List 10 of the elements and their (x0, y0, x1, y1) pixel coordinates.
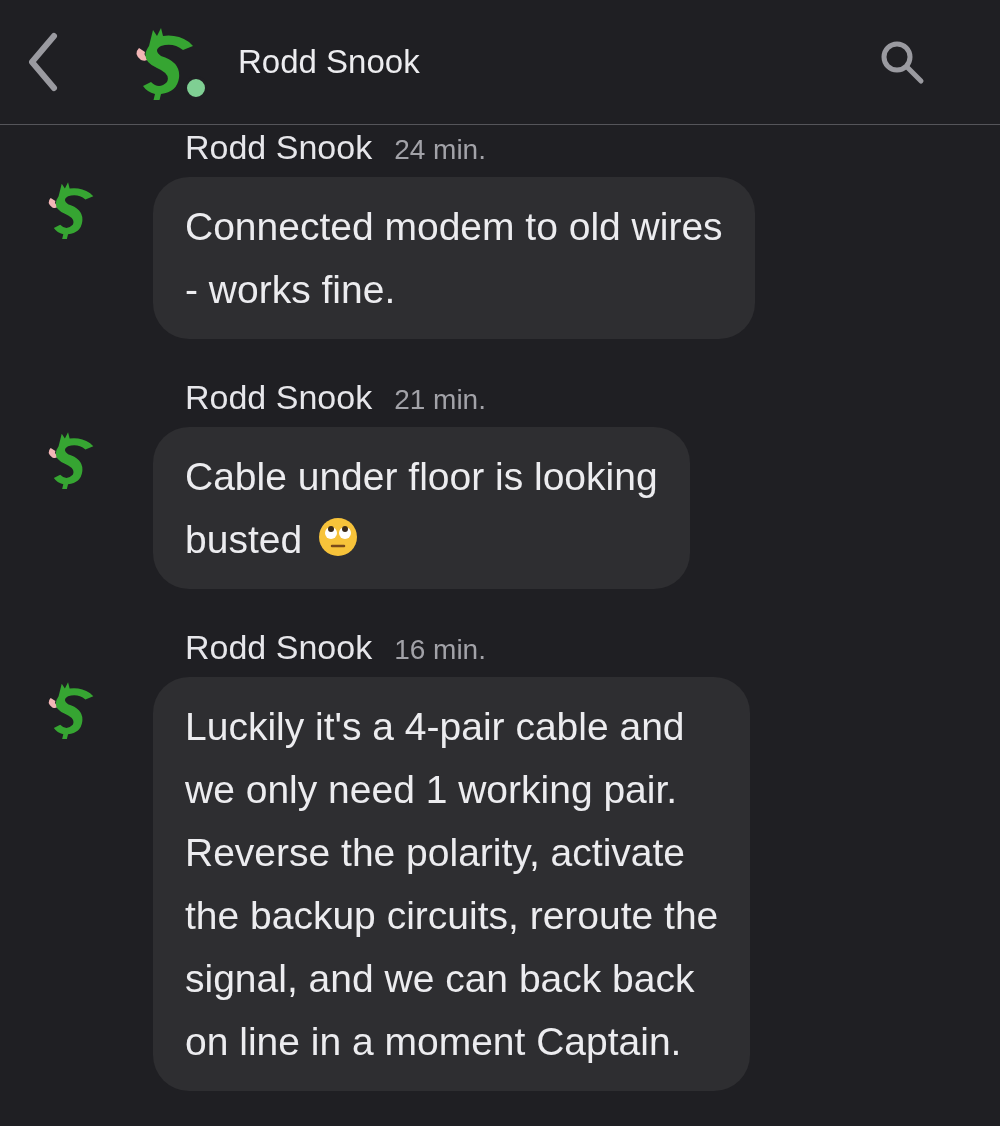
sender-name: Rodd Snook (185, 627, 373, 667)
message-bubble: Cable under floor is looking busted (153, 427, 690, 589)
message-time: 21 min. (394, 383, 486, 417)
message-bubble: Luckily it's a 4-pair cable and we only need 1 working pair. Reverse the polarity, activate the backup circuits, reroute the signal, and we can back back on line in a moment Captain. (153, 677, 751, 1091)
contact-name: Rodd Snook (238, 42, 420, 83)
sender-name: Rodd Snook (185, 377, 373, 417)
sender-name: Rodd Snook (185, 127, 373, 167)
message-time: 16 min. (394, 633, 486, 667)
message-time: 24 min. (394, 133, 486, 167)
message-bubble: Connected modem to old wires - works fine. (153, 177, 755, 339)
